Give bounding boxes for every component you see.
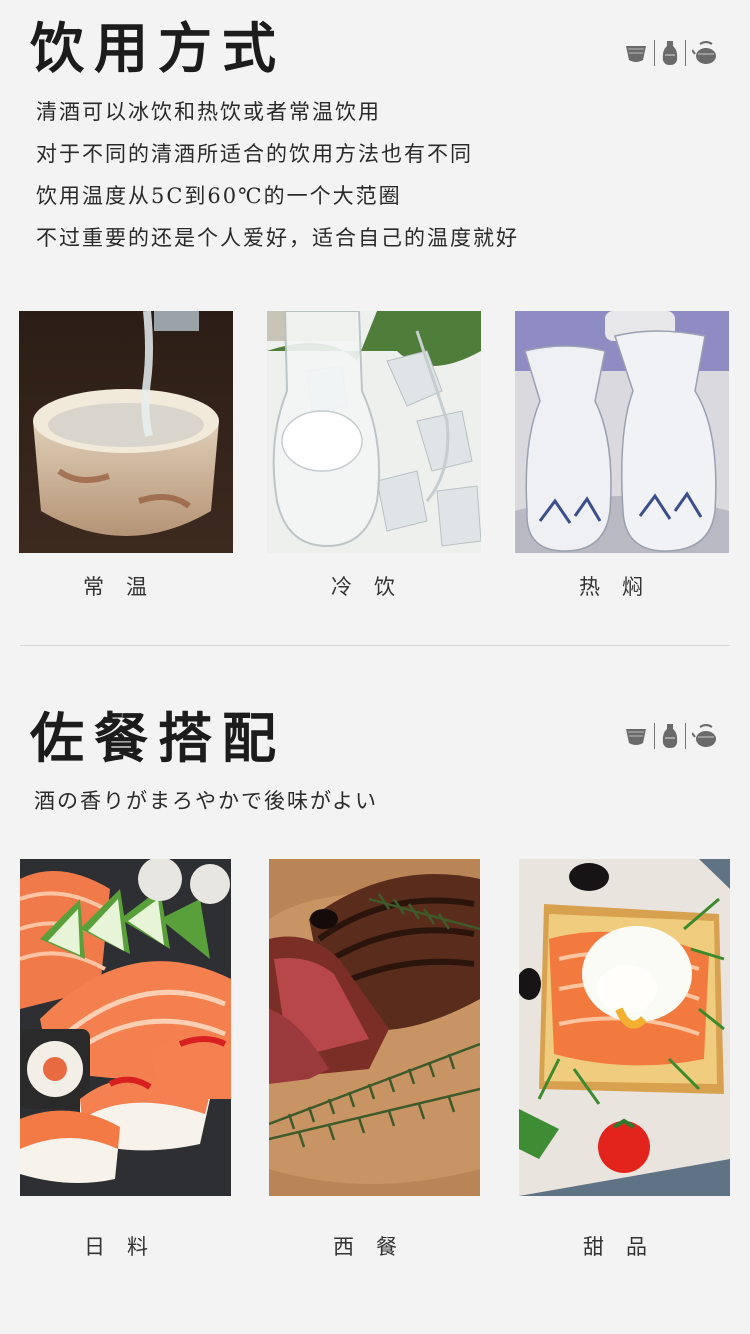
teapot-icon <box>692 40 720 66</box>
pairing-icons <box>624 723 720 749</box>
sake-bottle-icon <box>661 40 679 66</box>
cold-photo <box>267 311 481 553</box>
pairing-title: 佐餐搭配 <box>30 706 286 770</box>
icon-divider <box>654 723 655 749</box>
drinking-icons <box>624 40 720 66</box>
icon-divider <box>654 40 655 66</box>
caption-hot: 热焖 <box>579 575 665 599</box>
caption-room-temp: 常温 <box>83 575 169 599</box>
caption-western: 西餐 <box>333 1235 419 1259</box>
sake-cup-icon <box>624 42 648 64</box>
sake-cup-icon <box>624 725 648 747</box>
description-line: 清酒可以冰饮和热饮或者常温饮用 <box>36 100 381 124</box>
teapot-icon <box>692 723 720 749</box>
section-divider <box>20 645 730 646</box>
japanese-food-photo <box>20 859 231 1196</box>
icon-divider <box>685 723 686 749</box>
drinking-title: 饮用方式 <box>30 16 286 80</box>
caption-cold: 冷饮 <box>331 575 417 599</box>
description-line: 饮用温度从5C到60℃的一个大范圈 <box>36 184 402 208</box>
caption-japanese: 日料 <box>84 1235 170 1259</box>
description-line: 不过重要的还是个人爱好，适合自己的温度就好 <box>36 226 519 250</box>
pairing-subtitle: 酒の香りがまろやかで後味がよい <box>34 789 378 813</box>
drinking-description: 清酒可以冰饮和热饮或者常温饮用 对于不同的清酒所适合的饮用方法也有不同 饮用温度… <box>36 91 519 259</box>
dessert-photo <box>519 859 730 1196</box>
hot-photo <box>515 311 729 553</box>
sake-bottle-icon <box>661 723 679 749</box>
room-temp-photo <box>19 311 233 553</box>
description-line: 对于不同的清酒所适合的饮用方法也有不同 <box>36 142 473 166</box>
western-food-photo <box>269 859 480 1196</box>
caption-dessert: 甜品 <box>583 1235 669 1259</box>
icon-divider <box>685 40 686 66</box>
